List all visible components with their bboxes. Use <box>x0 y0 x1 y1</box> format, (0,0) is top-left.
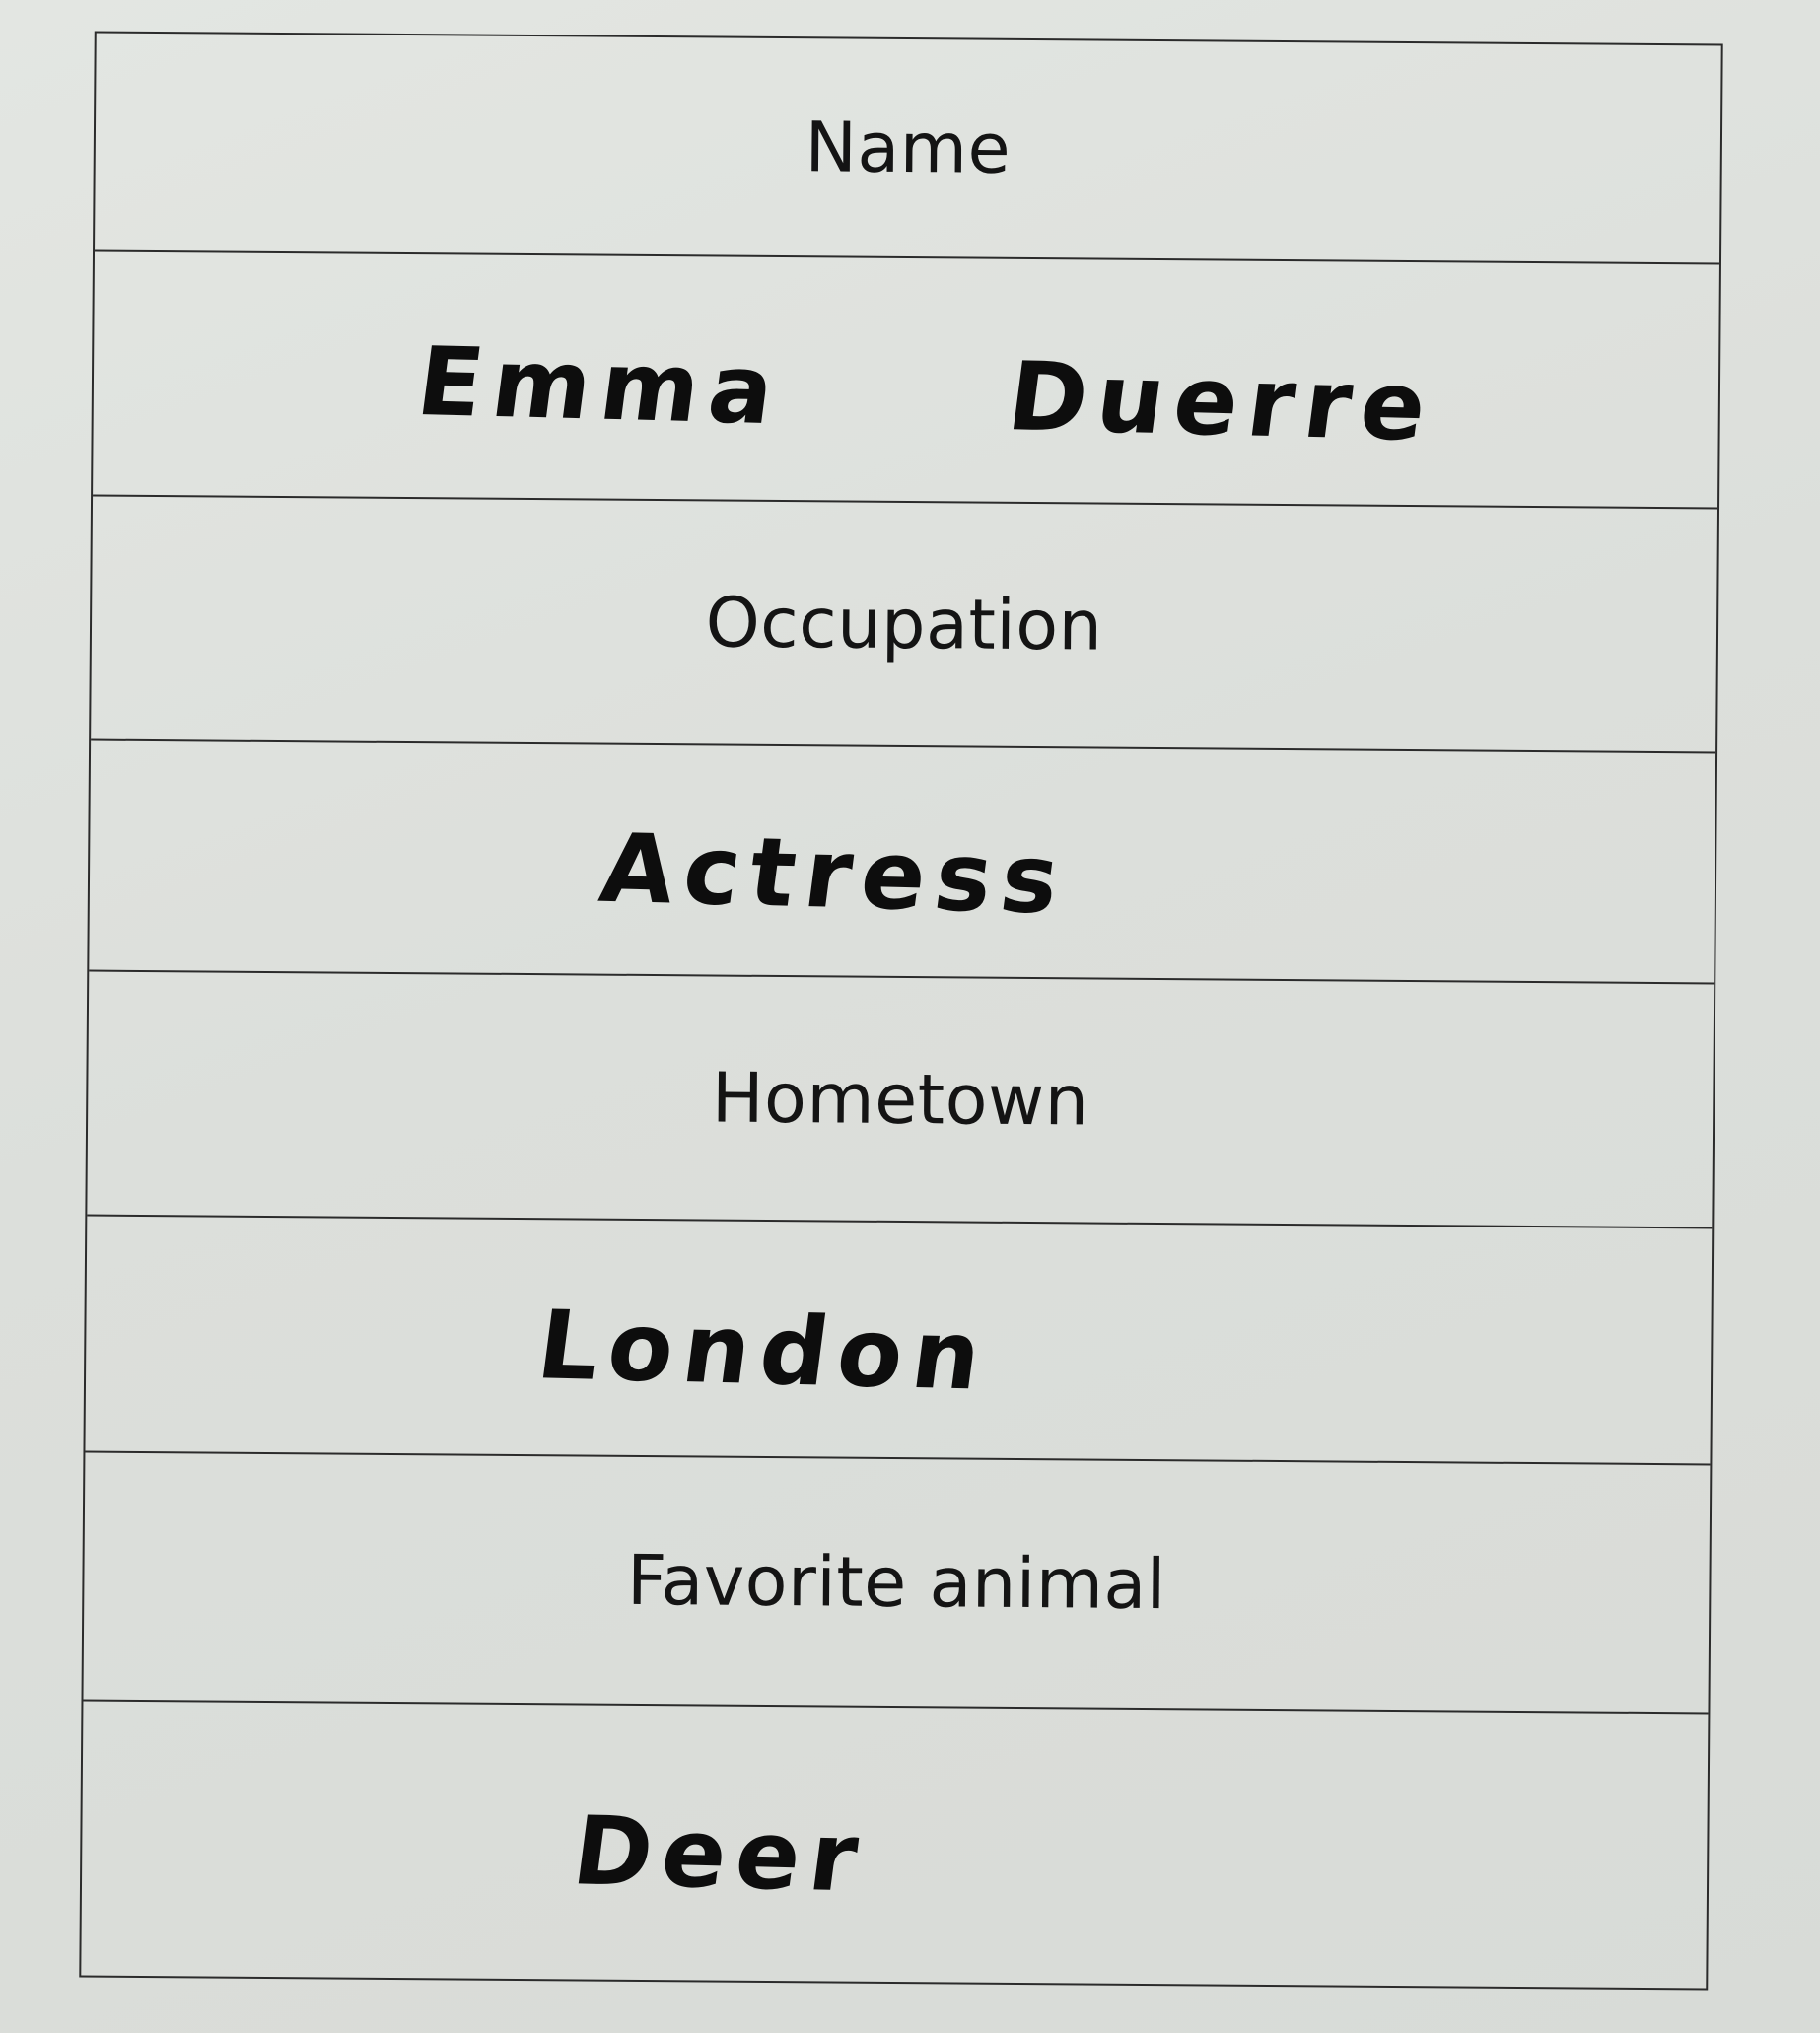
last-name-handwritten: Duerre <box>1002 341 1442 462</box>
name-answer-row: Emma Duerre <box>93 251 1719 510</box>
occupation-answer-handwritten: Actress <box>594 812 1076 936</box>
hometown-answer-handwritten: London <box>531 1290 998 1412</box>
favorite-animal-answer-row: Deer <box>81 1702 1708 1989</box>
hometown-label: Hometown <box>711 1057 1089 1142</box>
form-table: Name Emma Duerre Occupation Actress Home… <box>79 31 1723 1991</box>
favorite-animal-label-row: Favorite animal <box>83 1452 1711 1715</box>
name-label: Name <box>805 106 1012 189</box>
paper-sheet: Name Emma Duerre Occupation Actress Home… <box>0 0 1820 2033</box>
occupation-label: Occupation <box>705 582 1103 666</box>
hometown-answer-row: London <box>85 1216 1713 1466</box>
first-name-handwritten: Emma <box>411 325 791 447</box>
occupation-label-row: Occupation <box>91 496 1718 754</box>
occupation-answer-row: Actress <box>89 740 1716 985</box>
hometown-label-row: Hometown <box>87 971 1715 1229</box>
name-answer: Emma Duerre <box>87 318 1442 462</box>
favorite-animal-label: Favorite animal <box>626 1539 1167 1626</box>
favorite-animal-answer-handwritten: Deer <box>567 1795 875 1914</box>
name-label-row: Name <box>95 33 1721 265</box>
